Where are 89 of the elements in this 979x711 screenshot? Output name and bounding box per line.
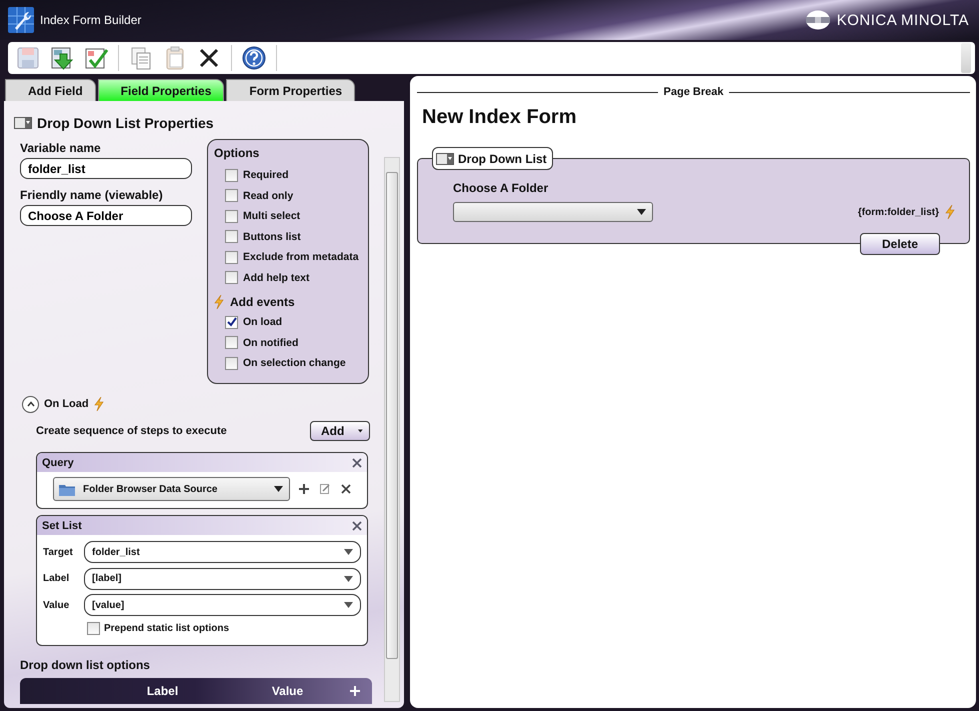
close-icon (341, 484, 351, 494)
checkbox[interactable] (225, 230, 238, 244)
plus-icon (299, 484, 309, 494)
variable-tag: {form:folder_list} (858, 206, 939, 218)
delete-button[interactable]: Delete (860, 233, 940, 255)
checkbox[interactable] (225, 316, 238, 329)
caret-icon (274, 486, 283, 492)
dropdown-field-icon (14, 117, 32, 129)
checkbox[interactable] (225, 250, 238, 264)
checkbox-label: Multi select (243, 210, 300, 222)
add-row-button[interactable] (350, 686, 360, 696)
field-label: Choose A Folder (453, 181, 550, 195)
tab[interactable]: Add Field (5, 79, 96, 101)
checkbox[interactable] (225, 356, 238, 370)
add-source-button[interactable] (297, 484, 311, 494)
checkbox-label: Exclude from metadata (243, 251, 359, 264)
collapse-button[interactable] (22, 396, 39, 412)
scrollbar-thumb[interactable] (386, 172, 398, 659)
checkbox[interactable] (87, 622, 100, 635)
edit-icon (320, 484, 330, 494)
checkbox-label: Buttons list (243, 230, 301, 243)
combo-field[interactable]: [value] (84, 594, 361, 616)
field-label: Label (43, 573, 70, 584)
checkbox-label: Prepend static list options (104, 623, 230, 634)
checkbox[interactable] (225, 189, 238, 202)
remove-step-button[interactable] (352, 520, 362, 530)
panel-title: Drop Down List Properties (37, 115, 214, 131)
wrench-app-icon (8, 7, 34, 33)
caret-icon (344, 576, 353, 582)
combo-field[interactable]: [label] (84, 568, 361, 590)
combo-field[interactable]: folder_list (84, 541, 361, 564)
input-field[interactable]: folder_list (20, 158, 192, 179)
caret-icon (637, 209, 646, 215)
close-icon (352, 458, 362, 468)
step-title: Query (42, 456, 74, 468)
field-label: Target (43, 546, 74, 558)
data-source-dropdown[interactable]: Folder Browser Data Source (53, 477, 290, 501)
form-title: New Index Form (422, 106, 578, 129)
checkbox-label: Required (243, 169, 289, 182)
caret-icon (344, 602, 353, 608)
remove-step-button[interactable] (352, 458, 362, 468)
edit-source-button[interactable] (318, 484, 332, 494)
column-header: Label (146, 684, 180, 698)
field-label: Variable name (20, 141, 102, 155)
dropdown-field[interactable] (453, 202, 653, 222)
field-label: Value (43, 600, 70, 611)
checkbox[interactable] (225, 336, 238, 350)
caret-icon (358, 428, 363, 434)
checkbox-label: Add help text (243, 272, 310, 284)
instruction-text: Create sequence of steps to execute (36, 425, 227, 437)
chevron-up-icon (26, 401, 34, 407)
folder-icon (59, 482, 75, 496)
options-title: Options (214, 146, 260, 160)
section-title: Drop down list options (20, 658, 151, 672)
tab[interactable]: Field Properties (98, 79, 224, 101)
field-type-label: Drop Down List (458, 152, 547, 166)
tab[interactable]: Form Properties (226, 79, 356, 101)
checkbox-label: On notified (243, 336, 298, 349)
brand-name: KONICA MINOLTA (836, 12, 969, 28)
events-title: Add events (230, 295, 295, 309)
caret-icon (344, 549, 353, 556)
help-icon (241, 45, 267, 71)
step-title: Set List (42, 520, 82, 532)
save-icon (15, 45, 41, 71)
scrollbar[interactable] (384, 157, 400, 702)
page-break-label: Page Break (664, 86, 724, 98)
column-header: Value (270, 684, 304, 698)
close-icon (352, 520, 362, 530)
remove-source-button[interactable] (339, 484, 353, 494)
plus-icon (350, 686, 360, 696)
globe-logo-icon (804, 10, 831, 30)
checkbox-label: Read only (243, 190, 294, 202)
checkbox[interactable] (225, 210, 238, 223)
add-button[interactable]: Add (310, 421, 370, 441)
lightning-icon (94, 397, 104, 411)
input-field[interactable]: Choose A Folder (20, 205, 192, 226)
download-form-icon (49, 45, 75, 71)
checkbox[interactable] (225, 271, 238, 284)
field-label: Friendly name (viewable) (20, 188, 164, 202)
toolbar-overflow-handle[interactable] (961, 43, 971, 73)
checkbox[interactable] (225, 168, 238, 182)
window-title: Index Form Builder (40, 13, 142, 27)
checkbox-label: On selection change (243, 357, 346, 370)
lightning-icon (214, 295, 224, 309)
lightning-icon (945, 205, 955, 219)
dropdown-field-icon (436, 152, 454, 164)
checkbox-label: On load (243, 316, 282, 328)
section-title: On Load (44, 398, 89, 410)
checkmark-icon (226, 317, 236, 328)
